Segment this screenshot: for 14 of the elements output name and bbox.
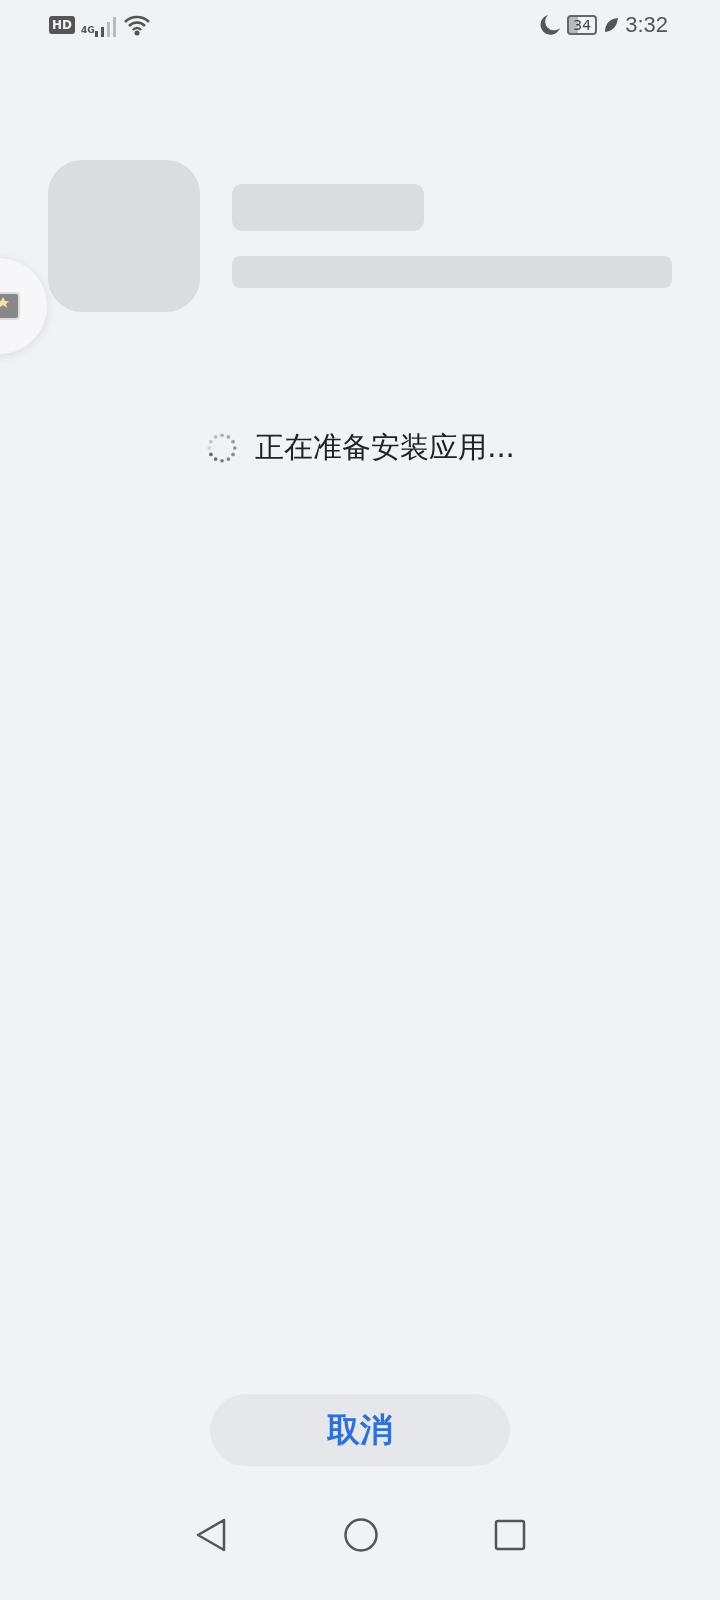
recents-icon[interactable] <box>494 1519 526 1551</box>
back-icon[interactable] <box>194 1517 228 1553</box>
network-type: 4G <box>81 25 95 35</box>
clock-time: 3:32 <box>625 12 668 38</box>
hd-badge: HD <box>49 16 75 34</box>
leaf-icon <box>603 17 620 33</box>
moon-icon <box>539 14 562 36</box>
cancel-button[interactable]: 取消 <box>210 1394 510 1466</box>
home-icon[interactable] <box>343 1517 379 1553</box>
loading-text: 正在准备安装应用... <box>255 429 515 466</box>
signal-icon <box>94 17 117 37</box>
battery-level: 34 <box>567 15 598 35</box>
wifi-icon <box>122 14 151 36</box>
photo-icon <box>0 291 21 321</box>
